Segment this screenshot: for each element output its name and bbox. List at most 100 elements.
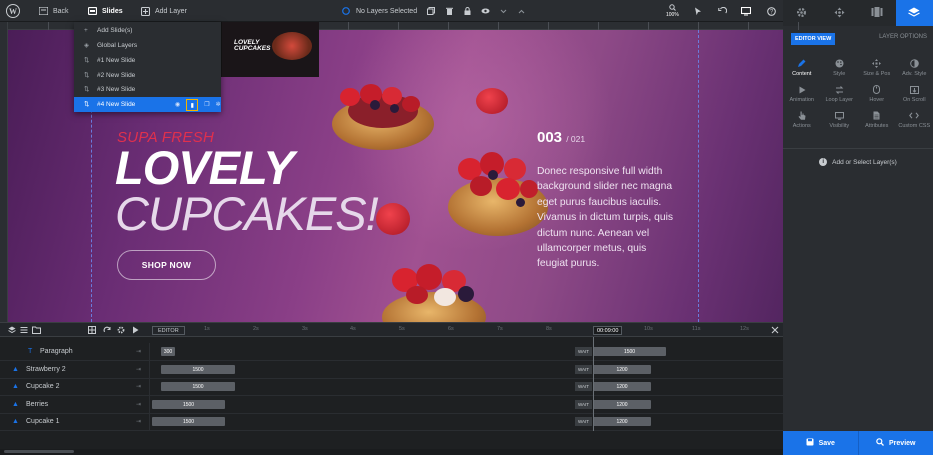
search-icon [876,438,884,448]
in-animation-bar[interactable]: 1500 [152,417,225,426]
option-attributes[interactable]: Attributes [858,111,896,129]
delete-slide-button[interactable]: ▮ [186,99,199,112]
collapse-icon[interactable]: ⇥ [136,366,141,373]
timeline-row-paragraph[interactable]: T Paragraph ⇥ 300 WAIT 1500 [0,343,783,361]
folder-icon[interactable] [32,326,41,336]
slide-title-line-1[interactable]: LOVELY [115,144,295,191]
timeline-row-berries[interactable]: ▲ Berries ⇥ 1500 WAIT 1200 [0,396,783,414]
add-layer-button[interactable]: Add Layer [140,0,187,22]
slides-button[interactable]: Slides [87,0,123,22]
timeline-row-cupcake-2[interactable]: ▲ Cupcake 2 ⇥ 1500 WAIT 1200 [0,378,783,396]
visibility-icon[interactable]: ◉ [175,101,180,108]
slide-counter[interactable]: 003 / 021 [537,129,585,146]
out-animation-bar[interactable]: 1500 [593,347,666,356]
layers-icon[interactable] [8,326,16,336]
chevron-up-icon[interactable] [516,6,526,16]
copy-icon[interactable] [426,6,436,16]
out-animation-bar[interactable]: 1200 [593,382,651,391]
timeline-playhead[interactable] [593,337,594,431]
help-button[interactable]: ? [766,0,776,22]
drag-icon[interactable]: ⇅ [84,100,89,108]
visibility-icon[interactable] [480,6,490,16]
scrollbar-thumb[interactable] [4,450,74,453]
strawberry-2-layer[interactable] [374,200,414,240]
in-animation-bar[interactable]: 1500 [161,382,235,391]
editor-mode-chip[interactable]: EDITOR [152,326,185,335]
option-style[interactable]: Style [821,59,859,77]
refresh-icon[interactable] [103,326,111,336]
tab-settings[interactable] [783,0,821,26]
timeline-row-strawberry-2[interactable]: ▲ Strawberry 2 ⇥ 1500 WAIT 1200 [0,361,783,379]
in-animation-bar[interactable]: 1500 [161,365,235,374]
option-size-pos[interactable]: Size & Pos [858,59,896,77]
cupcake-1-layer[interactable] [330,82,438,152]
undo-button[interactable] [717,0,727,22]
slide-item-1[interactable]: ⇅ #1 New Slide [74,53,221,68]
option-animation[interactable]: Animation [783,85,821,103]
tab-layers[interactable] [895,0,933,26]
option-visibility[interactable]: Visibility [821,111,859,129]
add-slides-item[interactable]: + Add Slide(s) [74,23,221,38]
grid-icon[interactable] [88,326,96,336]
strawberry-1-layer[interactable] [474,86,510,118]
wait-label: WAIT [575,400,592,409]
drag-icon[interactable]: ⇅ [84,71,89,79]
global-layers-item[interactable]: ◈ Global Layers [74,38,221,53]
list-icon[interactable] [20,326,28,336]
shop-now-button[interactable]: SHOP NOW [117,250,216,280]
collapse-icon[interactable]: ⇥ [136,348,141,355]
trash-icon[interactable] [444,6,454,16]
settings-icon[interactable] [117,326,125,336]
zoom-control[interactable]: 100% [666,0,679,22]
gear-icon[interactable]: ✲ [216,101,221,108]
back-button[interactable]: Back [38,0,69,22]
out-animation-bar[interactable]: 1200 [593,417,651,426]
drag-icon[interactable]: ⇅ [84,85,89,93]
dashboard-icon [38,6,48,16]
option-hover[interactable]: Hover [858,85,896,103]
option-loop-layer[interactable]: Loop Layer [821,85,859,103]
play-icon[interactable] [132,326,139,336]
option-on-scroll[interactable]: On Scroll [896,85,933,103]
info-icon: i [819,158,828,166]
option-actions[interactable]: Actions [783,111,821,129]
layer-name: Cupcake 2 [26,383,60,391]
out-animation-bar[interactable]: 1200 [593,365,651,374]
chevron-down-icon[interactable] [498,6,508,16]
timeline-row-cupcake-1[interactable]: ▲ Cupcake 1 ⇥ 1500 WAIT 1200 [0,413,783,431]
layer-options-panel: EDITOR VIEW LAYER OPTIONS Content Style … [783,26,933,431]
tab-slide-options[interactable] [858,0,896,26]
option-custom-css[interactable]: Custom CSS [896,111,933,129]
in-animation-bar[interactable]: 300 [161,347,175,356]
slide-item-3[interactable]: ⇅ #3 New Slide [74,82,221,97]
duplicate-icon[interactable]: ❐ [204,101,209,108]
tab-navigation[interactable] [821,0,859,26]
slide-item-4[interactable]: ⇅ #4 New Slide ◉ ▮ ❐ ✲ [74,97,221,112]
out-animation-bar[interactable]: 1200 [593,400,651,409]
collapse-icon[interactable]: ⇥ [136,401,141,408]
top-toolbar: W Back Slides Add Layer No Layers Select… [0,0,783,22]
pointer-tool[interactable] [693,0,703,22]
drag-icon[interactable]: ⇅ [84,56,89,64]
collapse-icon[interactable]: ⇥ [136,383,141,390]
close-icon[interactable] [771,326,779,336]
timeline-scrollbar[interactable] [0,449,783,455]
current-time-display[interactable]: 00:09:00 [593,326,623,335]
timeline-tick: 4s [350,326,356,332]
berries-layer[interactable] [378,264,490,322]
lock-icon[interactable] [462,6,472,16]
device-desktop-button[interactable] [741,0,751,22]
cupcake-2-layer[interactable] [446,148,551,240]
image-icon: ▲ [12,366,19,374]
save-button[interactable]: Save [783,431,858,455]
option-content[interactable]: Content [783,59,821,77]
editor-view-badge[interactable]: EDITOR VIEW [791,33,836,45]
slide-paragraph[interactable]: Donec responsive full width background s… [537,164,677,272]
slide-title-line-2[interactable]: CUPCAKES! [115,190,379,237]
in-animation-bar[interactable]: 1500 [152,400,225,409]
preview-button[interactable]: Preview [857,431,933,455]
slide-item-2[interactable]: ⇅ #2 New Slide [74,68,221,83]
collapse-icon[interactable]: ⇥ [136,418,141,425]
option-adv-style[interactable]: Adv. Style [896,59,933,77]
wordpress-logo-icon[interactable]: W [6,4,20,18]
